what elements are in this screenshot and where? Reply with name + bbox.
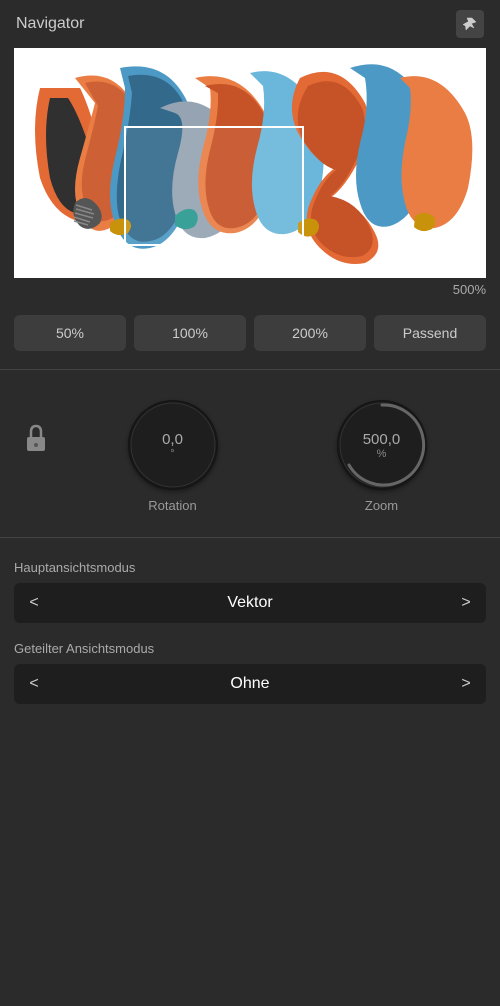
main-view-mode-value: Vektor	[54, 594, 446, 612]
divider-1	[0, 369, 500, 370]
main-view-mode-title: Hauptansichtsmodus	[14, 560, 486, 575]
rotation-value: 0,0	[162, 431, 183, 448]
knob-section: 0,0 ° Rotation 500,0 % Zoom	[0, 380, 500, 527]
zoom-200-button[interactable]: 200%	[254, 315, 366, 351]
divider-2	[0, 537, 500, 538]
split-view-mode-section: Geteilter Ansichtsmodus < Ohne >	[0, 631, 500, 712]
zoom-knob-label: Zoom	[365, 498, 398, 513]
rotation-unit: °	[170, 448, 174, 460]
split-view-mode-title: Geteilter Ansichtsmodus	[14, 641, 486, 656]
split-view-mode-prev-button[interactable]: <	[14, 664, 54, 704]
pin-icon	[462, 16, 478, 32]
zoom-knob-unit: %	[377, 448, 387, 460]
rotation-knob-item: 0,0 ° Rotation	[68, 400, 277, 513]
panel-header: Navigator	[0, 0, 500, 48]
split-view-mode-next-button[interactable]: >	[446, 664, 486, 704]
zoom-knob-value: 500,0	[363, 431, 401, 448]
navigator-preview[interactable]	[14, 48, 486, 278]
main-view-mode-section: Hauptansichtsmodus < Vektor >	[0, 548, 500, 631]
zoom-percentage: 500%	[0, 278, 500, 307]
lock-icon	[24, 423, 48, 460]
main-view-mode-prev-button[interactable]: <	[14, 583, 54, 623]
split-view-mode-control: < Ohne >	[14, 664, 486, 704]
lock-icon-wrapper	[14, 423, 58, 460]
main-view-mode-control: < Vektor >	[14, 583, 486, 623]
panel-title: Navigator	[16, 15, 84, 33]
zoom-50-button[interactable]: 50%	[14, 315, 126, 351]
zoom-buttons-row: 50% 100% 200% Passend	[0, 307, 500, 359]
zoom-fit-button[interactable]: Passend	[374, 315, 486, 351]
artwork-preview-svg	[14, 48, 486, 278]
main-view-mode-next-button[interactable]: >	[446, 583, 486, 623]
pin-button[interactable]	[456, 10, 484, 38]
rotation-label: Rotation	[148, 498, 196, 513]
rotation-knob[interactable]: 0,0 °	[128, 400, 218, 490]
zoom-100-button[interactable]: 100%	[134, 315, 246, 351]
zoom-knob[interactable]: 500,0 %	[337, 400, 427, 490]
zoom-knob-item: 500,0 % Zoom	[277, 400, 486, 513]
split-view-mode-value: Ohne	[54, 675, 446, 693]
